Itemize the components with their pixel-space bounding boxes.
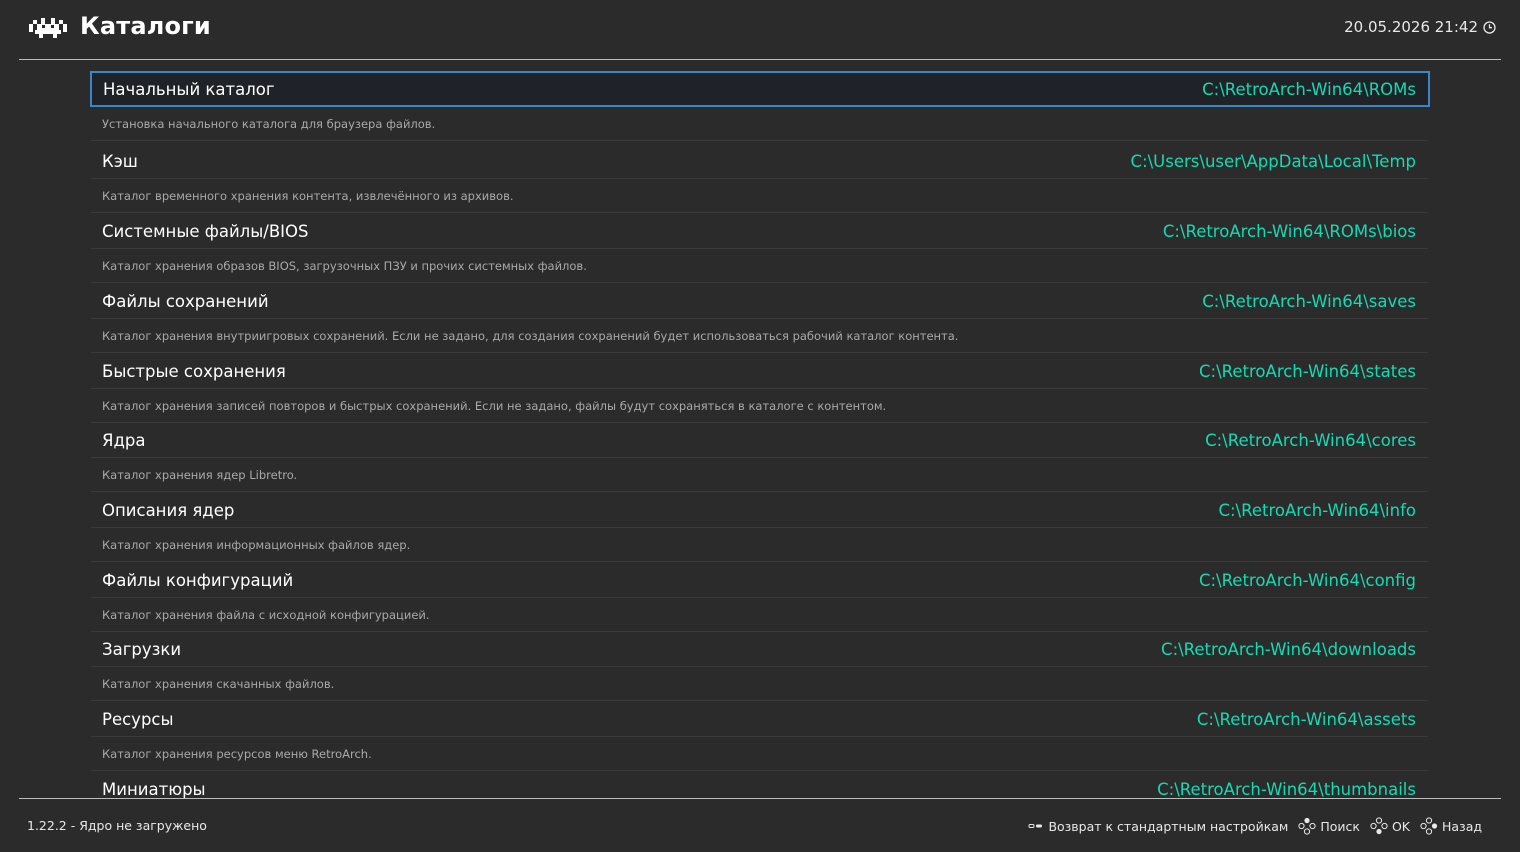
item-value: C:\RetroArch-Win64\assets	[1196, 709, 1416, 729]
divider	[91, 140, 1428, 141]
divider	[91, 597, 1428, 598]
item-value: C:\RetroArch-Win64\ROMs\bios	[1162, 221, 1416, 241]
hint-label: Возврат к стандартным настройкам	[1048, 818, 1289, 834]
item-value: C:\RetroArch-Win64\config	[1198, 570, 1416, 590]
item-row[interactable]: Ядра C:\RetroArch-Win64\cores	[91, 422, 1428, 458]
hint-label: OK	[1391, 818, 1410, 834]
item-label: Ресурсы	[102, 709, 174, 729]
item-description: Каталог хранения образов BIOS, загрузочн…	[102, 259, 587, 273]
item-description: Каталог хранения записей повторов и быст…	[102, 399, 887, 413]
item-row[interactable]: Системные файлы/BIOS C:\RetroArch-Win64\…	[91, 213, 1428, 249]
list-item[interactable]: Загрузки C:\RetroArch-Win64\downloads Ка…	[89, 631, 1431, 701]
item-label: Начальный каталог	[103, 79, 275, 99]
select-button-icon	[1028, 824, 1043, 828]
gamepad-north-button-icon	[1298, 817, 1316, 835]
clock: 20.05.2026 21:42	[1344, 18, 1496, 36]
button-hints: Возврат к стандартным настройкам Поиск O…	[1028, 817, 1482, 835]
divider	[91, 388, 1428, 389]
item-label: Системные файлы/BIOS	[102, 221, 309, 241]
item-row[interactable]: Быстрые сохранения C:\RetroArch-Win64\st…	[91, 353, 1428, 389]
item-label: Быстрые сохранения	[102, 361, 286, 381]
hint-reset[interactable]: Возврат к стандартным настройкам	[1028, 819, 1288, 834]
hint-ok[interactable]: OK	[1370, 817, 1410, 835]
item-description: Каталог хранения файла с исходной конфиг…	[102, 608, 430, 622]
footer-divider	[19, 798, 1501, 799]
list-item[interactable]: Ресурсы C:\RetroArch-Win64\assets Катало…	[89, 701, 1431, 771]
item-label: Ядра	[102, 430, 146, 450]
item-label: Файлы конфигураций	[102, 570, 294, 590]
divider	[91, 318, 1428, 319]
item-description: Каталог временного хранения контента, из…	[102, 189, 514, 203]
hint-label: Поиск	[1320, 818, 1360, 834]
clock-icon	[1483, 20, 1496, 34]
list-item[interactable]: Быстрые сохранения C:\RetroArch-Win64\st…	[89, 353, 1431, 423]
datetime: 20.05.2026 21:42	[1344, 18, 1478, 36]
item-description: Каталог хранения ресурсов меню RetroArch…	[102, 747, 372, 761]
item-value: C:\RetroArch-Win64\states	[1199, 361, 1416, 381]
item-value: C:\Users\user\AppData\Local\Temp	[1130, 151, 1416, 171]
item-value: C:\RetroArch-Win64\cores	[1205, 430, 1416, 450]
hint-search[interactable]: Поиск	[1298, 817, 1360, 835]
list-item[interactable]: Кэш C:\Users\user\AppData\Local\Temp Кат…	[89, 143, 1431, 213]
item-row[interactable]: Миниатюры C:\RetroArch-Win64\thumbnails	[91, 771, 1428, 799]
divider	[91, 248, 1428, 249]
settings-list[interactable]: Начальный каталог C:\RetroArch-Win64\ROM…	[89, 60, 1431, 798]
item-label: Описания ядер	[102, 500, 235, 520]
item-label: Кэш	[102, 151, 138, 171]
gamepad-east-button-icon	[1420, 817, 1438, 835]
divider	[91, 666, 1428, 667]
divider	[91, 527, 1428, 528]
list-item[interactable]: Начальный каталог C:\RetroArch-Win64\ROM…	[89, 71, 1431, 141]
item-value: C:\RetroArch-Win64\info	[1218, 500, 1416, 520]
item-label: Загрузки	[102, 639, 182, 659]
item-row[interactable]: Файлы сохранений C:\RetroArch-Win64\save…	[91, 283, 1428, 319]
item-row[interactable]: Начальный каталог C:\RetroArch-Win64\ROM…	[90, 71, 1430, 107]
divider	[91, 457, 1428, 458]
item-row[interactable]: Файлы конфигураций C:\RetroArch-Win64\co…	[91, 562, 1428, 598]
item-description: Каталог хранения информационных файлов я…	[102, 538, 411, 552]
divider	[91, 178, 1428, 179]
item-row[interactable]: Описания ядер C:\RetroArch-Win64\info	[91, 492, 1428, 528]
gamepad-south-button-icon	[1370, 817, 1388, 835]
header: Каталоги 20.05.2026 21:42	[0, 0, 1520, 59]
item-description: Каталог хранения внутриигровых сохранени…	[102, 329, 959, 343]
list-item[interactable]: Описания ядер C:\RetroArch-Win64\info Ка…	[89, 492, 1431, 562]
hint-label: Назад	[1441, 818, 1482, 834]
item-description: Установка начального каталога для браузе…	[102, 117, 436, 131]
list-item[interactable]: Ядра C:\RetroArch-Win64\cores Каталог хр…	[89, 422, 1431, 492]
item-value: C:\RetroArch-Win64\ROMs	[1202, 79, 1416, 99]
status-text: 1.22.2 - Ядро не загружено	[27, 818, 207, 833]
list-item[interactable]: Файлы конфигураций C:\RetroArch-Win64\co…	[89, 562, 1431, 632]
item-description: Каталог хранения скачанных файлов.	[102, 677, 335, 691]
retroarch-invader-icon	[29, 18, 67, 38]
item-description: Каталог хранения ядер Libretro.	[102, 468, 298, 482]
item-label: Миниатюры	[102, 779, 206, 799]
item-value: C:\RetroArch-Win64\downloads	[1161, 639, 1416, 659]
list-item[interactable]: Файлы сохранений C:\RetroArch-Win64\save…	[89, 283, 1431, 353]
list-item[interactable]: Миниатюры C:\RetroArch-Win64\thumbnails	[89, 771, 1431, 799]
item-label: Файлы сохранений	[102, 291, 269, 311]
item-value: C:\RetroArch-Win64\thumbnails	[1157, 779, 1416, 799]
page-title: Каталоги	[80, 12, 211, 40]
list-item[interactable]: Системные файлы/BIOS C:\RetroArch-Win64\…	[89, 213, 1431, 283]
hint-back[interactable]: Назад	[1420, 817, 1482, 835]
divider	[91, 736, 1428, 737]
item-row[interactable]: Ресурсы C:\RetroArch-Win64\assets	[91, 701, 1428, 737]
item-row[interactable]: Кэш C:\Users\user\AppData\Local\Temp	[91, 143, 1428, 179]
item-row[interactable]: Загрузки C:\RetroArch-Win64\downloads	[91, 631, 1428, 667]
item-value: C:\RetroArch-Win64\saves	[1202, 291, 1416, 311]
